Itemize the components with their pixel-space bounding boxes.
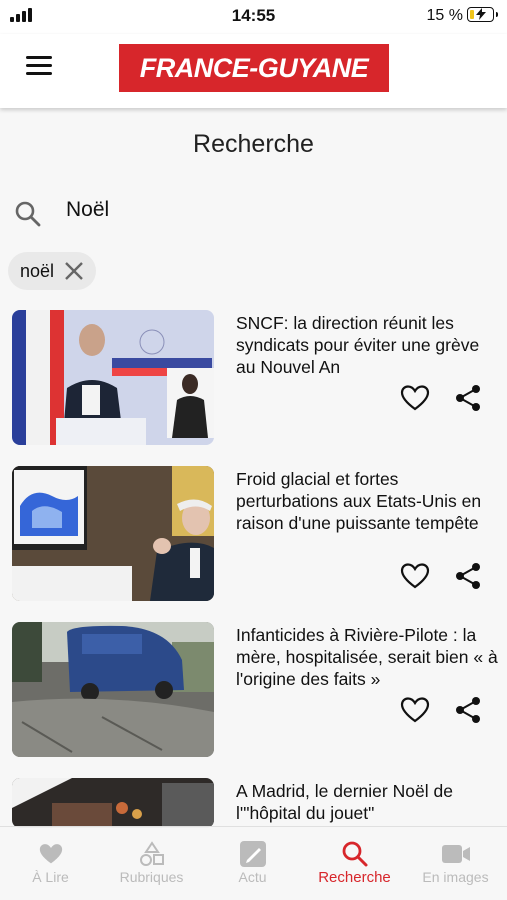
battery-percent: 15 %	[426, 7, 463, 24]
page-title: Recherche	[193, 130, 314, 158]
filter-chip-label: noël	[20, 260, 55, 281]
nav-item-recherche[interactable]: Recherche	[304, 839, 405, 886]
article-item[interactable]: SNCF: la direction réunit les syndicats …	[0, 310, 507, 450]
share-icon[interactable]	[454, 562, 482, 590]
article-thumbnail[interactable]	[12, 778, 214, 828]
heart-icon[interactable]	[400, 384, 430, 412]
shapes-icon	[139, 841, 164, 866]
article-thumbnail[interactable]	[12, 310, 214, 445]
nav-item-label: Rubriques	[119, 869, 184, 885]
nav-item-a-lire[interactable]: À Lire	[0, 839, 101, 885]
article-thumbnail[interactable]	[12, 622, 214, 757]
nav-item-actu[interactable]: Actu	[202, 839, 303, 885]
article-actions	[400, 562, 490, 590]
app-header: FRANCE-GUYANE	[0, 34, 507, 108]
article-title[interactable]: A Madrid, le dernier Noël de l'"hôpital …	[236, 780, 501, 824]
close-icon[interactable]	[64, 261, 84, 281]
nav-item-label: À Lire	[32, 869, 69, 885]
search-bar	[14, 196, 494, 230]
nav-item-en-images[interactable]: En images	[405, 839, 506, 885]
bottom-navigation: À Lire Rubriques Actu Recherche En image…	[0, 826, 507, 900]
article-item[interactable]: Froid glacial et fortes perturbations au…	[0, 466, 507, 606]
share-icon[interactable]	[454, 696, 482, 724]
heart-icon[interactable]	[400, 562, 430, 590]
search-icon[interactable]	[14, 200, 42, 228]
battery-icon	[467, 7, 498, 22]
article-title[interactable]: Froid glacial et fortes perturbations au…	[236, 468, 501, 534]
share-icon[interactable]	[454, 384, 482, 412]
news-icon	[239, 841, 266, 867]
nav-item-label: Recherche	[318, 869, 391, 886]
search-input[interactable]	[66, 198, 466, 222]
heart-icon	[39, 844, 62, 864]
nav-item-label: Actu	[238, 869, 267, 885]
search-icon	[342, 841, 367, 867]
article-title[interactable]: Infanticides à Rivière-Pilote : la mère,…	[236, 624, 501, 690]
article-actions	[400, 384, 490, 412]
brand-logo[interactable]: FRANCE-GUYANE	[119, 44, 389, 92]
filter-chip[interactable]: noël	[8, 252, 97, 290]
heart-icon[interactable]	[400, 696, 430, 724]
article-thumbnail[interactable]	[12, 466, 214, 601]
nav-item-rubriques[interactable]: Rubriques	[101, 839, 202, 885]
nav-item-label: En images	[422, 869, 489, 885]
hamburger-menu-icon[interactable]	[26, 56, 52, 76]
status-bar: 14:55 15 %	[0, 0, 507, 34]
video-camera-icon	[441, 845, 470, 863]
article-title[interactable]: SNCF: la direction réunit les syndicats …	[236, 312, 501, 378]
article-actions	[400, 696, 490, 724]
article-item[interactable]: Infanticides à Rivière-Pilote : la mère,…	[0, 622, 507, 762]
